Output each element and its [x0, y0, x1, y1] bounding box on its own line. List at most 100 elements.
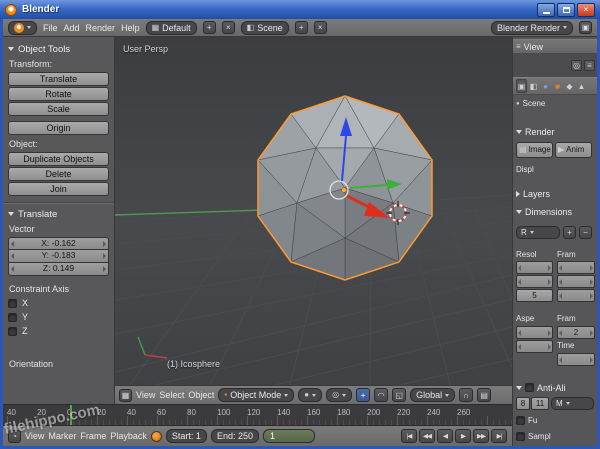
- aa-samples-8-button[interactable]: 8: [516, 397, 530, 410]
- render-engine-selector[interactable]: Blender Render: [490, 20, 573, 35]
- frame-step-field[interactable]: [557, 289, 595, 302]
- viewport-3d[interactable]: User Persp (1) Icosphere ▦ View Select O…: [115, 37, 512, 404]
- frame-start-input[interactable]: Start: 1: [165, 429, 207, 443]
- tab-object-data[interactable]: ▲: [576, 79, 587, 93]
- render-animation-button[interactable]: ▶ Anim: [555, 141, 592, 158]
- aspect-x-field[interactable]: [516, 326, 553, 339]
- current-frame-playhead[interactable]: [70, 405, 72, 425]
- scene-selector[interactable]: ◧ Scene: [240, 20, 289, 35]
- select-menu[interactable]: Select: [159, 390, 184, 400]
- full-sample-row[interactable]: Fu: [513, 414, 597, 427]
- manipulator-scale-toggle[interactable]: ◱: [392, 388, 407, 402]
- current-frame-input[interactable]: 1: [262, 429, 315, 443]
- timeline-playback-menu[interactable]: Playback: [110, 431, 147, 441]
- timeline-marker-menu[interactable]: Marker: [48, 431, 76, 441]
- resolution-y-field[interactable]: [516, 275, 553, 288]
- previous-keyframe-button[interactable]: ◀◀: [419, 429, 435, 443]
- remove-preset-button[interactable]: −: [579, 226, 592, 239]
- add-scene-button[interactable]: +: [294, 21, 308, 34]
- menu-render[interactable]: Render: [86, 23, 116, 33]
- tab-render[interactable]: ▣: [516, 79, 527, 93]
- menu-help[interactable]: Help: [121, 23, 140, 33]
- tab-world[interactable]: ●: [540, 79, 551, 93]
- dimensions-panel-header[interactable]: Dimensions: [516, 205, 572, 218]
- outliner-filter-icon[interactable]: ◎: [571, 60, 582, 71]
- play-reverse-button[interactable]: ◀: [437, 429, 453, 443]
- minimize-button[interactable]: [537, 2, 555, 17]
- antialiasing-panel-header[interactable]: Anti-Ali: [516, 381, 566, 394]
- frame-end-input[interactable]: End: 250: [210, 429, 259, 443]
- play-button[interactable]: ▶: [455, 429, 471, 443]
- sampled-checkbox[interactable]: [516, 432, 525, 441]
- rotate-button[interactable]: Rotate: [8, 87, 109, 101]
- vector-x-field[interactable]: X: -0.162: [8, 237, 109, 250]
- breadcrumb-scene[interactable]: Scene: [523, 99, 546, 109]
- aa-samples-11-button[interactable]: 11: [531, 397, 549, 410]
- render-panel-header[interactable]: Render: [516, 125, 555, 138]
- resolution-percent-button[interactable]: 5: [516, 289, 553, 302]
- mode-selector[interactable]: ▪ Object Mode: [218, 388, 295, 402]
- render-image-button[interactable]: ▤ Image: [516, 141, 553, 158]
- opengl-render-button[interactable]: ▤: [477, 388, 492, 402]
- shading-selector[interactable]: ●: [298, 388, 323, 402]
- record-button[interactable]: [150, 430, 162, 442]
- jump-to-end-button[interactable]: ▶|: [491, 429, 507, 443]
- antialiasing-checkbox[interactable]: [525, 383, 534, 392]
- delete-button[interactable]: Delete: [8, 167, 109, 181]
- aspect-y-field[interactable]: [516, 340, 553, 353]
- editor-type-button[interactable]: ▦: [119, 388, 132, 402]
- transform-orientation-selector[interactable]: Global: [410, 388, 456, 402]
- scale-button[interactable]: Scale: [8, 102, 109, 116]
- duplicate-objects-button[interactable]: Duplicate Objects: [8, 152, 109, 166]
- close-button[interactable]: ×: [577, 2, 595, 17]
- render-preset-selector[interactable]: R: [516, 226, 560, 239]
- snap-magnet-toggle[interactable]: ∩: [459, 388, 474, 402]
- manipulator-translate-toggle[interactable]: +: [356, 388, 371, 402]
- join-button[interactable]: Join: [8, 182, 109, 196]
- aa-filter-selector[interactable]: M: [551, 397, 594, 410]
- outliner-body[interactable]: ◎ ≡: [513, 54, 597, 77]
- translate-button[interactable]: Translate: [8, 72, 109, 86]
- next-keyframe-button[interactable]: ▶▶: [473, 429, 489, 443]
- screen-layout-selector[interactable]: ▦ Default: [145, 20, 197, 35]
- translate-panel-header[interactable]: Translate: [8, 208, 109, 220]
- timeline-frame-menu[interactable]: Frame: [80, 431, 106, 441]
- timeline-editor-button[interactable]: ◔: [8, 429, 21, 443]
- view-menu[interactable]: View: [136, 390, 155, 400]
- outliner-options-icon[interactable]: ≡: [584, 60, 595, 71]
- outliner-view-menu[interactable]: View: [524, 42, 543, 52]
- framerate-field[interactable]: 2: [557, 326, 595, 339]
- object-tools-panel-header[interactable]: Object Tools: [8, 43, 109, 55]
- resolution-x-field[interactable]: [516, 261, 553, 274]
- origin-button[interactable]: Origin: [8, 121, 109, 135]
- timeline-view-menu[interactable]: View: [25, 431, 44, 441]
- menu-add[interactable]: Add: [64, 23, 80, 33]
- vector-y-field[interactable]: Y: -0.183: [8, 250, 109, 263]
- frame-end-field[interactable]: [557, 275, 595, 288]
- window-titlebar[interactable]: Blender ×: [0, 0, 600, 19]
- manipulator-rotate-toggle[interactable]: ◠: [374, 388, 389, 402]
- object-menu[interactable]: Object: [188, 390, 214, 400]
- constraint-x-checkbox[interactable]: X: [8, 297, 109, 309]
- tab-scene[interactable]: ◧: [528, 79, 539, 93]
- time-remap-field[interactable]: [557, 353, 595, 366]
- vector-z-field[interactable]: Z: 0.149: [8, 263, 109, 276]
- frame-start-field[interactable]: [557, 261, 595, 274]
- constraint-z-checkbox[interactable]: Z: [8, 325, 109, 337]
- window-menu-button[interactable]: ▣: [579, 21, 592, 34]
- pivot-selector[interactable]: ◎: [326, 388, 353, 402]
- jump-to-start-button[interactable]: |◀: [401, 429, 417, 443]
- viewport-canvas[interactable]: [115, 37, 512, 386]
- close-layout-button[interactable]: ×: [221, 21, 235, 34]
- timeline-ruler[interactable]: 40 20 0 20 40 60 80 100 120 140 160 180 …: [3, 404, 512, 426]
- maximize-button[interactable]: [557, 2, 575, 17]
- tab-constraints[interactable]: ◆: [564, 79, 575, 93]
- full-sample-checkbox[interactable]: [516, 416, 525, 425]
- sampled-motion-blur-row[interactable]: Sampl: [513, 430, 597, 443]
- tab-object[interactable]: ■: [552, 79, 563, 93]
- menu-file[interactable]: File: [43, 23, 58, 33]
- add-layout-button[interactable]: +: [202, 21, 216, 34]
- add-preset-button[interactable]: +: [563, 226, 576, 239]
- constraint-y-checkbox[interactable]: Y: [8, 311, 109, 323]
- close-scene-button[interactable]: ×: [313, 21, 327, 34]
